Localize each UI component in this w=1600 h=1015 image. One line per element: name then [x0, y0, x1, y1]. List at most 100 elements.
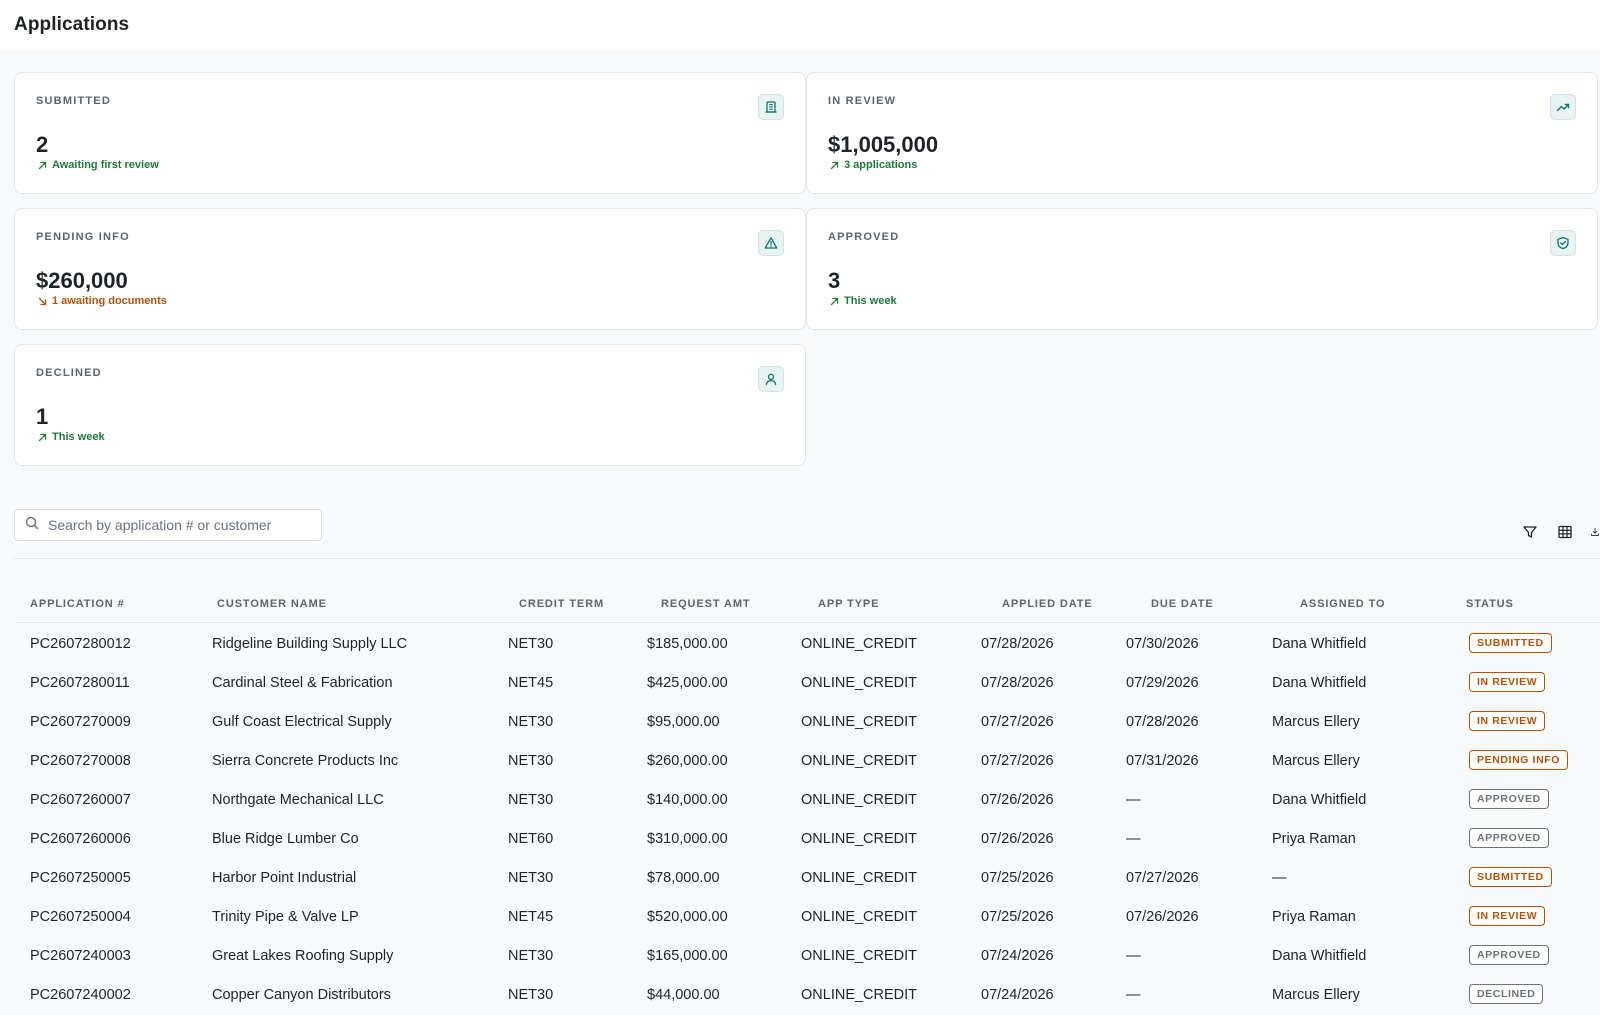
cell-customer: Cardinal Steel & Fabrication [212, 675, 393, 691]
table-row[interactable]: PC2607270008 Sierra Concrete Products Inc… [16, 742, 1600, 781]
cell-application[interactable]: PC2607240002 [30, 987, 131, 1003]
card-trend-text: This week [844, 295, 897, 307]
search-input[interactable] [46, 516, 310, 534]
cell-request-amt: $260,000.00 [647, 753, 728, 769]
cell-assigned-to: Priya Raman [1272, 909, 1356, 925]
card-trend: 1 awaiting documents [37, 295, 167, 307]
cell-app-type: ONLINE_CREDIT [801, 909, 918, 925]
table-row[interactable]: PC2607280012 Ridgeline Building Supply LL… [16, 625, 1600, 664]
cell-assigned-to: Marcus Ellery [1272, 753, 1360, 769]
status-badge-pending-info: PENDING INFO [1469, 750, 1569, 770]
cell-app-type: ONLINE_CREDIT [801, 714, 918, 730]
table-row[interactable]: PC2607270009 Gulf Coast Electrical Supply… [16, 703, 1600, 742]
cell-request-amt: $95,000.00 [647, 714, 720, 730]
cell-application[interactable]: PC2607240003 [30, 948, 131, 964]
cell-customer: Copper Canyon Distributors [212, 987, 391, 1003]
cell-applied-date: 07/28/2026 [981, 636, 1054, 652]
summary-card-in-review[interactable]: IN REVIEW $1,005,000 3 applications [806, 72, 1598, 194]
card-value: $260,000 [36, 268, 128, 293]
table-row[interactable]: PC2607240003 Great Lakes Roofing Supply NE… [16, 937, 1600, 976]
column-header-applied-date[interactable]: APPLIED DATE [1002, 598, 1093, 610]
arrow-up-right-icon [37, 432, 48, 443]
column-header-credit-term[interactable]: CREDIT TERM [519, 598, 604, 610]
summary-card-submitted[interactable]: SUBMITTED 2 Awaiting first review [14, 72, 806, 194]
cell-application[interactable]: PC2607250005 [30, 870, 131, 886]
card-trend-text: Awaiting first review [52, 159, 159, 171]
cell-due-date: 07/29/2026 [1126, 675, 1199, 691]
card-value: 2 [36, 132, 49, 157]
arrow-up-right-icon [829, 160, 840, 171]
cell-application[interactable]: PC2607250004 [30, 909, 131, 925]
table-row[interactable]: PC2607250004 Trinity Pipe & Valve LP NET45… [16, 898, 1600, 937]
cell-due-date: 07/27/2026 [1126, 870, 1199, 886]
cell-application[interactable]: PC2607270009 [30, 714, 131, 730]
warning-triangle-icon [758, 230, 784, 256]
table-row[interactable]: PC2607260006 Blue Ridge Lumber Co NET60 $31… [16, 820, 1600, 859]
cell-credit-term: NET30 [508, 987, 554, 1003]
status-badge-declined: DECLINED [1469, 984, 1544, 1004]
cell-due-date: — [1126, 987, 1141, 1003]
cell-application[interactable]: PC2607280011 [30, 675, 130, 691]
cell-application[interactable]: PC2607260007 [30, 792, 131, 808]
column-header-app-type[interactable]: APP TYPE [818, 598, 879, 610]
cell-request-amt: $520,000.00 [647, 909, 728, 925]
column-header-status[interactable]: STATUS [1466, 598, 1514, 610]
card-value: 1 [36, 404, 49, 429]
cell-app-type: ONLINE_CREDIT [801, 831, 918, 847]
summary-card-approved[interactable]: APPROVED 3 This week [806, 208, 1598, 330]
cell-assigned-to: Marcus Ellery [1272, 987, 1360, 1003]
cell-customer: Blue Ridge Lumber Co [212, 831, 359, 847]
table-row[interactable]: PC2607280011 Cardinal Steel & Fabrication… [16, 664, 1600, 703]
cell-app-type: ONLINE_CREDIT [801, 675, 918, 691]
cell-due-date: 07/28/2026 [1126, 714, 1199, 730]
cell-applied-date: 07/25/2026 [981, 870, 1054, 886]
cell-assigned-to: Dana Whitfield [1272, 948, 1367, 964]
card-label: APPROVED [828, 231, 900, 243]
status-badge-submitted: SUBMITTED [1469, 633, 1552, 653]
column-header-due-date[interactable]: DUE DATE [1151, 598, 1214, 610]
card-value: $1,005,000 [828, 132, 939, 157]
cell-app-type: ONLINE_CREDIT [801, 948, 918, 964]
status-badge-in-review: IN REVIEW [1469, 906, 1546, 926]
page-title: Applications [14, 14, 130, 35]
cell-due-date: 07/30/2026 [1126, 636, 1199, 652]
column-header-customer[interactable]: CUSTOMER NAME [217, 598, 327, 610]
summary-card-declined[interactable]: DECLINED 1 This week [14, 344, 806, 466]
table-row[interactable]: PC2607250005 Harbor Point Industrial NET30… [16, 859, 1600, 898]
building-icon [758, 94, 784, 120]
cell-application[interactable]: PC2607270008 [30, 753, 131, 769]
cell-due-date: — [1126, 792, 1141, 808]
cell-credit-term: NET30 [508, 753, 554, 769]
search-box[interactable] [14, 509, 322, 541]
status-badge-approved: APPROVED [1469, 945, 1549, 965]
user-icon [758, 366, 784, 392]
card-trend: Awaiting first review [37, 159, 159, 171]
summary-card-pending-info[interactable]: PENDING INFO $260,000 1 awaiting documents [14, 208, 806, 330]
column-header-application[interactable]: APPLICATION # [30, 598, 125, 610]
toolbar-divider [14, 558, 1600, 559]
column-header-request-amt[interactable]: REQUEST AMT [661, 598, 751, 610]
cell-customer: Gulf Coast Electrical Supply [212, 714, 392, 730]
arrow-down-right-icon [37, 296, 48, 307]
cell-applied-date: 07/28/2026 [981, 675, 1054, 691]
cell-applied-date: 07/24/2026 [981, 987, 1054, 1003]
cell-applied-date: 07/24/2026 [981, 948, 1054, 964]
cell-app-type: ONLINE_CREDIT [801, 870, 918, 886]
table-row[interactable]: PC2607240002 Copper Canyon Distributors NE… [16, 976, 1600, 1015]
cell-assigned-to: Marcus Ellery [1272, 714, 1360, 730]
table-header: APPLICATION # CUSTOMER NAME CREDIT TERM … [16, 592, 1600, 623]
card-trend-text: This week [52, 431, 105, 443]
cell-credit-term: NET30 [508, 870, 554, 886]
card-label: IN REVIEW [828, 95, 897, 107]
column-header-assigned-to[interactable]: ASSIGNED TO [1300, 598, 1386, 610]
shield-check-icon [1550, 230, 1576, 256]
columns-icon[interactable] [1556, 523, 1574, 541]
table-row[interactable]: PC2607260007 Northgate Mechanical LLC NET3… [16, 781, 1600, 820]
cell-applied-date: 07/26/2026 [981, 792, 1054, 808]
card-trend: 3 applications [829, 159, 917, 171]
filter-icon[interactable] [1521, 523, 1539, 541]
download-icon[interactable] [1590, 523, 1600, 541]
cell-applied-date: 07/27/2026 [981, 714, 1054, 730]
cell-application[interactable]: PC2607260006 [30, 831, 131, 847]
cell-application[interactable]: PC2607280012 [30, 636, 131, 652]
